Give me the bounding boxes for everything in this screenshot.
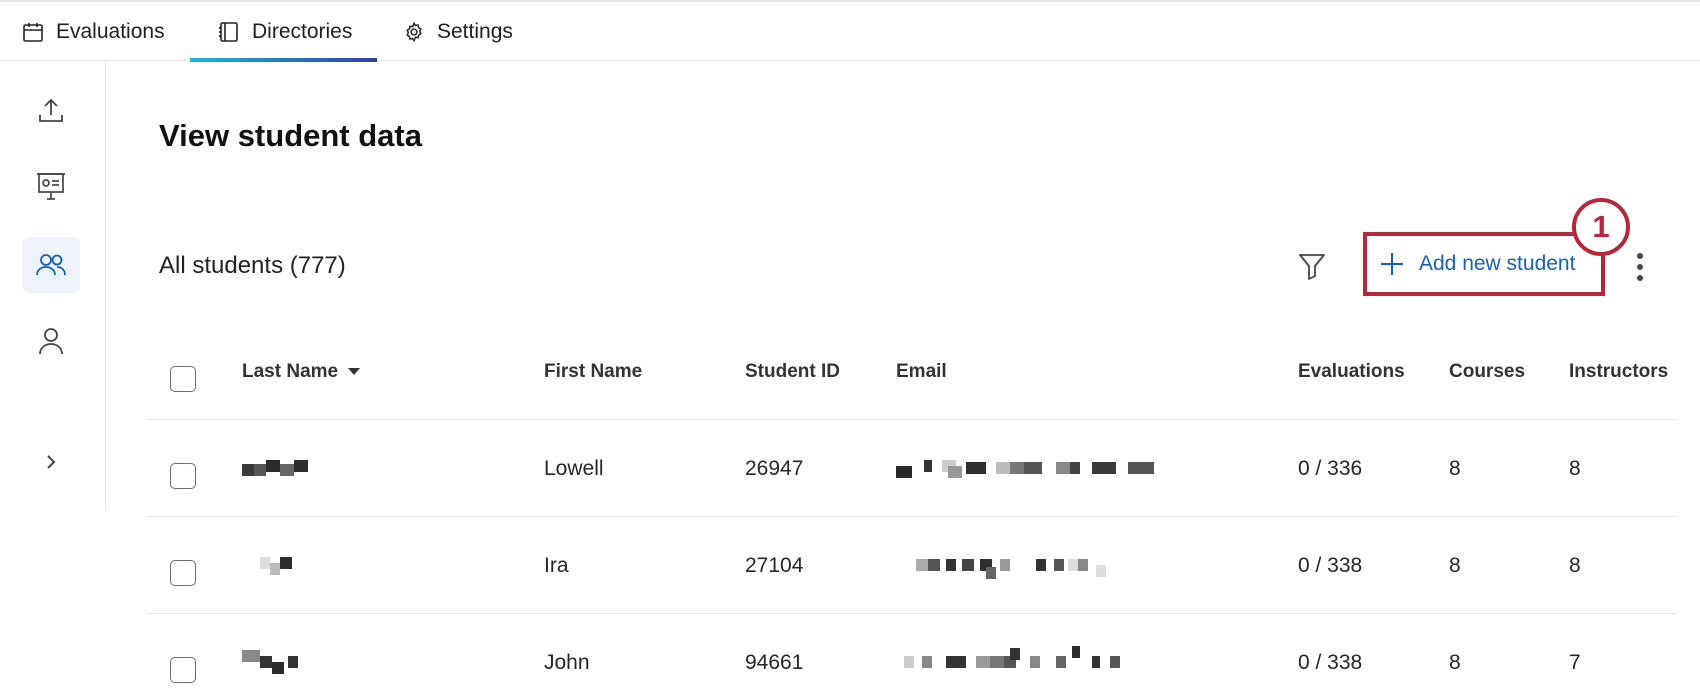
header-last-name-label: Last Name bbox=[242, 360, 339, 382]
email-redacted bbox=[896, 517, 1116, 614]
header-student-id[interactable]: Student ID bbox=[745, 323, 840, 420]
add-new-student-label: Add new student bbox=[1419, 252, 1576, 275]
students-table: Last Name First Name Student ID Email Ev… bbox=[146, 323, 1676, 700]
rail-upload-button[interactable] bbox=[22, 83, 80, 139]
evaluations-cell: 0 / 338 bbox=[1298, 650, 1363, 674]
rail-presentation-button[interactable] bbox=[22, 158, 80, 214]
tab-directories[interactable]: Directories bbox=[190, 2, 377, 62]
tab-settings[interactable]: Settings bbox=[403, 2, 513, 61]
courses-cell: 8 bbox=[1449, 456, 1461, 480]
email-redacted bbox=[896, 420, 1176, 517]
add-new-student-button[interactable]: Add new student bbox=[1363, 232, 1605, 296]
directory-icon bbox=[219, 21, 238, 42]
active-tab-indicator bbox=[190, 58, 377, 62]
person-icon bbox=[39, 328, 63, 355]
sort-descending-icon[interactable] bbox=[348, 368, 361, 375]
evaluations-cell: 0 / 336 bbox=[1298, 456, 1363, 480]
more-options-button[interactable] bbox=[1628, 250, 1652, 284]
presentation-icon bbox=[37, 173, 65, 200]
student-count-label: All students (777) bbox=[159, 252, 346, 279]
kebab-dot bbox=[1637, 263, 1643, 270]
table-row[interactable]: John 94661 0 / 338 8 7 bbox=[146, 614, 1676, 700]
student-id-cell: 94661 bbox=[745, 650, 804, 674]
student-id-cell: 26947 bbox=[745, 456, 804, 480]
tab-directories-label: Directories bbox=[252, 19, 353, 43]
last-name-redacted bbox=[242, 517, 302, 614]
plus-icon bbox=[1381, 253, 1403, 275]
courses-cell: 8 bbox=[1449, 553, 1461, 577]
filter-icon bbox=[1299, 254, 1325, 280]
instructors-cell: 8 bbox=[1569, 553, 1581, 577]
tab-settings-label: Settings bbox=[437, 19, 513, 43]
kebab-dot bbox=[1637, 275, 1643, 282]
page-title: View student data bbox=[159, 118, 422, 153]
row-checkbox[interactable] bbox=[170, 657, 196, 683]
header-courses[interactable]: Courses bbox=[1449, 323, 1525, 420]
instructors-cell: 8 bbox=[1569, 456, 1581, 480]
header-instructors[interactable]: Instructors bbox=[1569, 323, 1668, 420]
first-name-cell: Ira bbox=[544, 553, 569, 577]
row-checkbox[interactable] bbox=[170, 560, 196, 586]
courses-cell: 8 bbox=[1449, 650, 1461, 674]
filter-button[interactable] bbox=[1294, 248, 1330, 284]
top-navigation: Evaluations Directories Settings bbox=[0, 0, 1700, 62]
tab-evaluations-label: Evaluations bbox=[56, 19, 165, 43]
rail-students-button[interactable] bbox=[22, 237, 80, 293]
step-callout-badge: 1 bbox=[1572, 198, 1630, 256]
student-id-cell: 27104 bbox=[745, 553, 804, 577]
evaluations-cell: 0 / 338 bbox=[1298, 553, 1363, 577]
header-first-name[interactable]: First Name bbox=[544, 323, 642, 420]
first-name-cell: John bbox=[544, 650, 590, 674]
email-redacted bbox=[896, 614, 1146, 700]
gear-icon bbox=[406, 21, 422, 42]
side-rail bbox=[0, 61, 106, 511]
last-name-redacted bbox=[242, 614, 312, 700]
students-icon bbox=[36, 254, 66, 276]
table-header-row: Last Name First Name Student ID Email Ev… bbox=[146, 323, 1676, 420]
header-evaluations[interactable]: Evaluations bbox=[1298, 323, 1405, 420]
chevron-right-icon bbox=[47, 455, 56, 469]
kebab-dot bbox=[1637, 252, 1643, 259]
first-name-cell: Lowell bbox=[544, 456, 604, 480]
tab-evaluations[interactable]: Evaluations bbox=[22, 2, 165, 61]
table-row[interactable]: Lowell 26947 0 / 336 8 8 bbox=[146, 420, 1676, 517]
select-all-checkbox[interactable] bbox=[170, 366, 196, 392]
rail-expand-button[interactable] bbox=[22, 434, 80, 490]
table-row[interactable]: Ira 27104 0 / 338 8 8 bbox=[146, 517, 1676, 614]
rail-person-button[interactable] bbox=[22, 313, 80, 369]
instructors-cell: 7 bbox=[1569, 650, 1581, 674]
upload-icon bbox=[39, 98, 63, 122]
header-email[interactable]: Email bbox=[896, 323, 947, 420]
row-checkbox[interactable] bbox=[170, 463, 196, 489]
header-last-name[interactable]: Last Name bbox=[242, 323, 361, 420]
calendar-icon bbox=[23, 22, 43, 42]
last-name-redacted bbox=[242, 420, 322, 517]
